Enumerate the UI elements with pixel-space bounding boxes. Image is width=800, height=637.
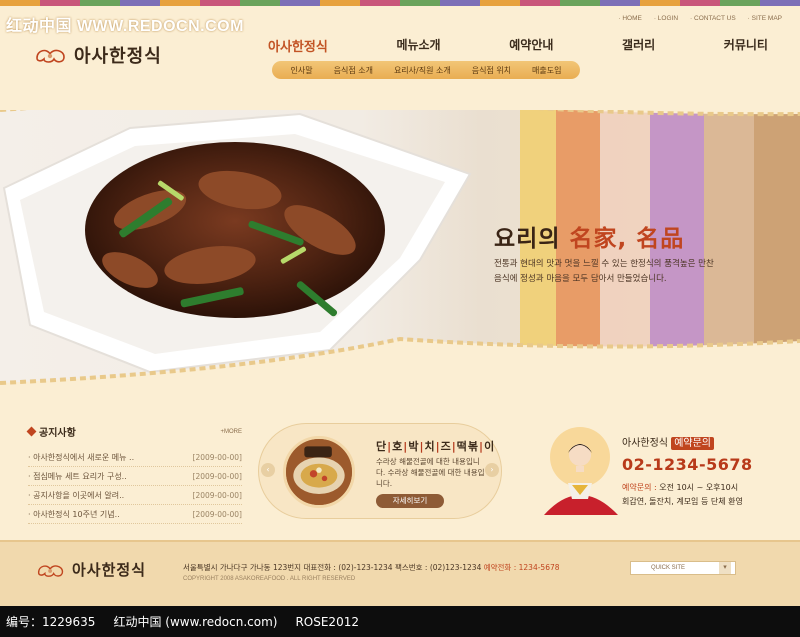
- nav-item-community[interactable]: 커뮤니티: [724, 36, 768, 55]
- menu-promo-card: ‹ › 단|호|박|치|즈|떡볶|이 수라상 해물전골에 대한 내용입니다. 수…: [258, 423, 502, 519]
- image-id-label: 编号：1229635: [6, 615, 96, 629]
- footer-address-text: 서울특별시 가나다구 가나동 123번지 대표전화 : (02)-123-123…: [183, 563, 484, 572]
- hero-title: 요리의 名家, 名品: [494, 219, 684, 253]
- notice-title-text: 공지사항: [39, 428, 76, 439]
- reservation-info: 아사한정식 예약문의 02-1234-5678 예약문의 : 오전 10시 ~ …: [538, 425, 788, 525]
- promo-title-char: 박: [408, 440, 420, 453]
- notice-item-date: [2009-00-00]: [192, 490, 242, 500]
- reservation-groups: 회갑연, 돌잔치, 계모임 등 단체 환영: [622, 497, 743, 506]
- reservation-tag: 예약문의: [671, 437, 714, 450]
- diamond-bullet-icon: [26, 426, 37, 437]
- list-item[interactable]: · 공지사항을 이곳에서 알려.. [2009-00-00]: [28, 486, 242, 505]
- nav-item-gallery[interactable]: 갤러리: [622, 36, 655, 55]
- watermark: 红动中国 WWW.REDOCN.COM: [6, 18, 244, 35]
- nav-item-about[interactable]: 아사한정식: [268, 36, 328, 55]
- notice-item-title[interactable]: · 아사한정식 10주년 기념..: [28, 509, 120, 520]
- promo-dish-image[interactable]: [283, 436, 355, 508]
- main-nav: 아사한정식 메뉴소개 예약안내 갤러리 커뮤니티: [268, 36, 768, 55]
- hero-title-accent: 名家, 名品: [569, 226, 685, 252]
- notice-item-title[interactable]: · 공지사항을 이곳에서 알려..: [28, 490, 124, 501]
- web-page: 红动中国 WWW.REDOCN.COM 아사한정식 HOME LOGIN CON…: [0, 0, 800, 606]
- hero-description: 전통과 현대의 맛과 멋을 느낄 수 있는 한정식의 품격높은 만찬 음식에 정…: [494, 257, 774, 287]
- reservation-hours: 예약문의 : 오전 10시 ~ 오후10시: [622, 482, 738, 493]
- promo-title: 단|호|박|치|즈|떡볶|이: [376, 440, 496, 453]
- subnav-franchise[interactable]: 매출도입: [532, 65, 561, 76]
- promo-title-char: 볶: [467, 440, 480, 453]
- utility-nav: HOME LOGIN CONTACT US SITE MAP: [618, 15, 782, 22]
- utility-contact-link[interactable]: CONTACT US: [690, 15, 736, 22]
- hours-value: 오전 10시 ~ 오후10시: [659, 483, 739, 492]
- promo-title-char: 호: [392, 440, 404, 453]
- image-info-bar: 编号：1229635 红动中国 (www.redocn.com) ROSE201…: [0, 606, 800, 637]
- utility-home-link[interactable]: HOME: [618, 15, 642, 22]
- nav-item-menu[interactable]: 메뉴소개: [396, 36, 440, 55]
- hours-key: 예약문의 :: [622, 483, 660, 492]
- notice-board: 공지사항 +MORE · 아사한정식에서 새로운 메뉴 .. [2009-00-…: [26, 424, 242, 524]
- footer-brand-name: 아사한정식: [72, 561, 147, 579]
- author-label: ROSE2012: [295, 614, 359, 629]
- hero-desc-line: 음식에 정성과 마음을 모두 담아서 만들었습니다.: [494, 274, 667, 284]
- subnav-restaurant-intro[interactable]: 음식점 소개: [334, 65, 373, 76]
- subnav-staff-intro[interactable]: 요리사/직원 소개: [394, 65, 451, 76]
- promo-title-char: 단: [376, 440, 388, 453]
- chevron-down-icon[interactable]: ▾: [719, 562, 731, 574]
- list-item[interactable]: · 점심메뉴 세트 요리가 구성.. [2009-00-00]: [28, 467, 242, 486]
- hero-desc-line: 전통과 현대의 맛과 멋을 느낄 수 있는 한정식의 품격높은 만찬: [494, 259, 714, 269]
- notice-item-title[interactable]: · 아사한정식에서 새로운 메뉴 ..: [28, 452, 134, 463]
- notice-item-date: [2009-00-00]: [192, 452, 242, 462]
- quick-site-label: QUICK SITE: [651, 565, 686, 571]
- subnav-greeting[interactable]: 인사말: [291, 65, 313, 76]
- nav-item-reservation[interactable]: 예약안내: [509, 36, 553, 55]
- dish-illustration: [286, 439, 352, 505]
- notice-item-date: [2009-00-00]: [192, 471, 242, 481]
- utility-login-link[interactable]: LOGIN: [654, 15, 678, 22]
- footer-address: 서울특별시 가나다구 가나동 123번지 대표전화 : (02)-123-123…: [183, 562, 560, 573]
- promo-title-char: 떡: [456, 440, 468, 453]
- footer-logo[interactable]: 아사한정식: [36, 559, 146, 580]
- scallop-border-bottom: [0, 336, 800, 385]
- promo-title-char: 치: [424, 440, 436, 453]
- reservation-label: 아사한정식 예약문의: [622, 434, 714, 450]
- cloud-logo-icon: [36, 49, 65, 63]
- utility-sitemap-link[interactable]: SITE MAP: [748, 15, 782, 22]
- sub-nav: 인사말 음식점 소개 요리사/직원 소개 음식점 위치 매출도입: [272, 61, 580, 79]
- subnav-location[interactable]: 음식점 위치: [472, 65, 511, 76]
- promo-title-char: 즈: [440, 440, 452, 453]
- source-site-label: 红动中国 (www.redocn.com): [113, 615, 278, 629]
- copyright: COPYRIGHT 2008 ASAKOREAFOOD . ALL RIGHT …: [183, 576, 356, 582]
- promo-description: 수라상 해물전골에 대한 내용입니다. 수라상 해물전골에 대한 내용입니다.: [376, 457, 485, 488]
- list-item[interactable]: · 아사한정식 10주년 기념.. [2009-00-00]: [28, 505, 242, 524]
- footer-reservation-phone: 1234-5678: [518, 563, 560, 572]
- brand-name: 아사한정식: [74, 46, 162, 67]
- scallop-border-top: [0, 110, 800, 117]
- quick-site-select[interactable]: QUICK SITE ▾: [630, 561, 736, 575]
- notice-title: 공지사항: [26, 424, 76, 439]
- notice-item-title[interactable]: · 점심메뉴 세트 요리가 구성..: [28, 471, 127, 482]
- reservation-phone[interactable]: 02-1234-5678: [622, 455, 753, 474]
- promo-prev-arrow-icon[interactable]: ‹: [261, 463, 275, 477]
- details-button[interactable]: 자세히보기: [376, 494, 444, 508]
- notice-item-date: [2009-00-00]: [192, 509, 242, 519]
- hero-title-pre: 요리의: [494, 226, 570, 252]
- footer-reservation-key: 예약전화 :: [483, 563, 519, 572]
- notice-more-link[interactable]: +MORE: [220, 429, 242, 435]
- notice-header: 공지사항 +MORE: [26, 424, 242, 439]
- site-logo[interactable]: 아사한정식: [34, 42, 162, 68]
- top-color-stripe: [0, 0, 800, 6]
- reservation-label-text: 아사한정식: [622, 438, 672, 449]
- hanbok-woman-illustration: [544, 427, 618, 515]
- site-footer: 아사한정식 서울특별시 가나다구 가나동 123번지 대표전화 : (02)-1…: [0, 540, 800, 606]
- list-item[interactable]: · 아사한정식에서 새로운 메뉴 .. [2009-00-00]: [28, 448, 242, 467]
- promo-title-char: 이: [484, 440, 496, 453]
- cloud-logo-icon: [37, 564, 64, 577]
